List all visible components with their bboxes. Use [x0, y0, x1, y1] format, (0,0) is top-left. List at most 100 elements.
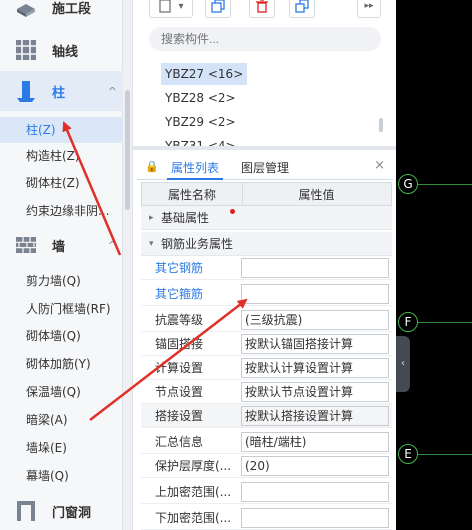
property-row: 保护层厚度(... (20) — [141, 454, 392, 478]
property-value-field[interactable] — [241, 482, 389, 502]
property-value-field[interactable] — [241, 508, 389, 528]
axis-label-f[interactable]: F — [398, 312, 418, 332]
property-name: 上加密范围(... — [155, 485, 232, 499]
nav-category-axis[interactable]: 轴线 — [0, 30, 123, 70]
property-row: 其它箍筋 — [141, 282, 392, 306]
tab-property-list[interactable]: 属性列表 — [167, 157, 224, 180]
delete-component-button[interactable] — [249, 0, 275, 18]
axis-line-f — [418, 322, 472, 323]
nav-item-column[interactable]: 柱(Z) — [0, 117, 123, 143]
nav-scrollbar-thumb[interactable] — [125, 90, 130, 210]
component-properties-panel: ▾ ▸▸ YBZ27 <16> YBZ28 <2> YBZ29 <2> YBZ3… — [132, 0, 397, 530]
axis-label-g[interactable]: G — [398, 174, 418, 194]
property-value-field[interactable]: (暗柱/端柱) — [241, 432, 389, 452]
property-name: 其它钢筋 — [155, 261, 204, 275]
nav-item-civil-defense-door-wall[interactable]: 人防门框墙(RF) — [0, 296, 123, 322]
nav-category-label: 门窗洞 — [52, 505, 92, 521]
construction-stage-icon — [17, 4, 35, 17]
panel-collapse-handle[interactable]: ‹ — [396, 336, 410, 392]
nav-item-masonry-wall[interactable]: 砌体墙(Q) — [0, 323, 123, 349]
nav-category-column[interactable]: 柱 ^ — [0, 71, 123, 111]
property-value-field[interactable]: (三级抗震) — [241, 310, 389, 330]
property-name: 计算设置 — [155, 361, 204, 375]
wall-icon — [16, 237, 36, 253]
property-value-field[interactable] — [241, 258, 389, 278]
axis-line-e — [418, 454, 472, 455]
new-component-icon — [159, 0, 172, 13]
nav-category-wall[interactable]: 墙 ^ — [0, 225, 123, 265]
drawing-canvas[interactable]: G F E ‹ — [396, 0, 472, 530]
pin-icon[interactable]: 🔒 — [145, 160, 159, 173]
nav-category-label: 柱 — [52, 85, 66, 101]
component-search-input[interactable] — [149, 27, 381, 51]
tab-layer-management[interactable]: 图层管理 — [237, 157, 293, 180]
nav-item-edge-constraint[interactable]: 约束边缘非阴... — [0, 198, 123, 224]
column-header-name: 属性名称 — [168, 188, 217, 202]
component-list-item[interactable]: YBZ31 <4> — [161, 135, 240, 146]
component-toolbar: ▾ ▸▸ — [133, 0, 397, 24]
nav-category-label: 施工段 — [52, 1, 92, 17]
section-basic-properties[interactable]: ▸ 基础属性 — [141, 206, 392, 230]
property-row: 下加密范围(... — [141, 506, 392, 530]
section-rebar-properties[interactable]: ▾ 钢筋业务属性 — [141, 232, 392, 256]
panel-splitter[interactable] — [133, 146, 397, 150]
annotation-dot — [230, 209, 235, 214]
nav-item-wall-pier[interactable]: 墙垛(E) — [0, 435, 123, 461]
property-value-field[interactable]: 按默认计算设置计算 — [241, 358, 389, 378]
property-value-field[interactable]: (20) — [241, 456, 389, 476]
nav-category-label: 墙 — [52, 239, 66, 255]
component-list-item[interactable]: YBZ27 <16> — [161, 63, 248, 85]
property-name: 抗震等级 — [155, 313, 204, 327]
close-icon[interactable]: × — [374, 158, 385, 173]
expand-button[interactable]: ▸▸ — [357, 0, 381, 18]
property-row: 计算设置 按默认计算设置计算 — [141, 356, 392, 380]
axis-grid-icon — [16, 40, 36, 60]
collapse-triangle-icon[interactable]: ▾ — [149, 232, 154, 256]
property-row: 锚固搭接 按默认锚固搭接计算 — [141, 332, 392, 356]
property-value-field[interactable]: 按默认搭接设置计算 — [241, 406, 389, 426]
delete-icon — [256, 0, 268, 13]
nav-item-shear-wall[interactable]: 剪力墙(Q) — [0, 268, 123, 294]
properties-tab-bar: 🔒 属性列表 图层管理 × — [137, 154, 393, 180]
nav-item-masonry-rebar[interactable]: 砌体加筋(Y) — [0, 351, 123, 377]
nav-category-construction-stage[interactable]: 施工段 — [0, 0, 123, 27]
property-name: 节点设置 — [155, 385, 204, 399]
section-label: 基础属性 — [161, 211, 210, 225]
property-grid-header: 属性名称 属性值 — [141, 182, 392, 207]
property-name: 保护层厚度(... — [155, 459, 232, 473]
property-row: 上加密范围(... — [141, 480, 392, 504]
expand-icon: ▸▸ — [364, 1, 374, 11]
property-name: 其它箍筋 — [155, 287, 204, 301]
nav-item-masonry-column[interactable]: 砌体柱(Z) — [0, 170, 123, 196]
column-icon — [17, 81, 35, 102]
property-name: 汇总信息 — [155, 435, 204, 449]
axis-label-e[interactable]: E — [398, 444, 418, 464]
component-list-item[interactable]: YBZ28 <2> — [161, 87, 240, 109]
property-row: 汇总信息 (暗柱/端柱) — [141, 430, 392, 454]
nav-item-curtain-wall[interactable]: 幕墙(Q) — [0, 463, 123, 489]
property-value-field[interactable] — [241, 284, 389, 304]
property-name: 搭接设置 — [155, 409, 204, 423]
nav-category-door-window[interactable]: 门窗洞 — [0, 491, 123, 530]
component-list-item[interactable]: YBZ29 <2> — [161, 111, 240, 133]
door-window-icon — [17, 501, 35, 521]
dropdown-arrow-icon[interactable]: ▾ — [178, 1, 183, 12]
nav-item-insulation-wall[interactable]: 保温墙(Q) — [0, 379, 123, 405]
nav-scrollbar[interactable] — [123, 0, 132, 530]
expand-triangle-icon[interactable]: ▸ — [149, 206, 154, 230]
nav-item-hidden-beam[interactable]: 暗梁(A) — [0, 407, 123, 433]
nav-item-construction-column[interactable]: 构造柱(Z) — [0, 143, 123, 169]
property-value-field[interactable]: 按默认节点设置计算 — [241, 382, 389, 402]
collapse-chevron-icon[interactable]: ^ — [108, 239, 117, 252]
property-row: 节点设置 按默认节点设置计算 — [141, 380, 392, 404]
layer-copy-button[interactable] — [289, 0, 315, 18]
axis-line-g — [418, 184, 472, 185]
collapse-chevron-icon[interactable]: ^ — [108, 85, 117, 98]
layer-copy-icon — [295, 0, 309, 13]
property-row: 其它钢筋 — [141, 256, 392, 280]
property-value-field[interactable]: 按默认锚固搭接计算 — [241, 334, 389, 354]
component-list-scrollbar[interactable] — [379, 118, 383, 132]
new-component-button[interactable]: ▾ — [149, 0, 193, 18]
copy-component-button[interactable] — [205, 0, 231, 18]
copy-icon — [211, 0, 225, 13]
